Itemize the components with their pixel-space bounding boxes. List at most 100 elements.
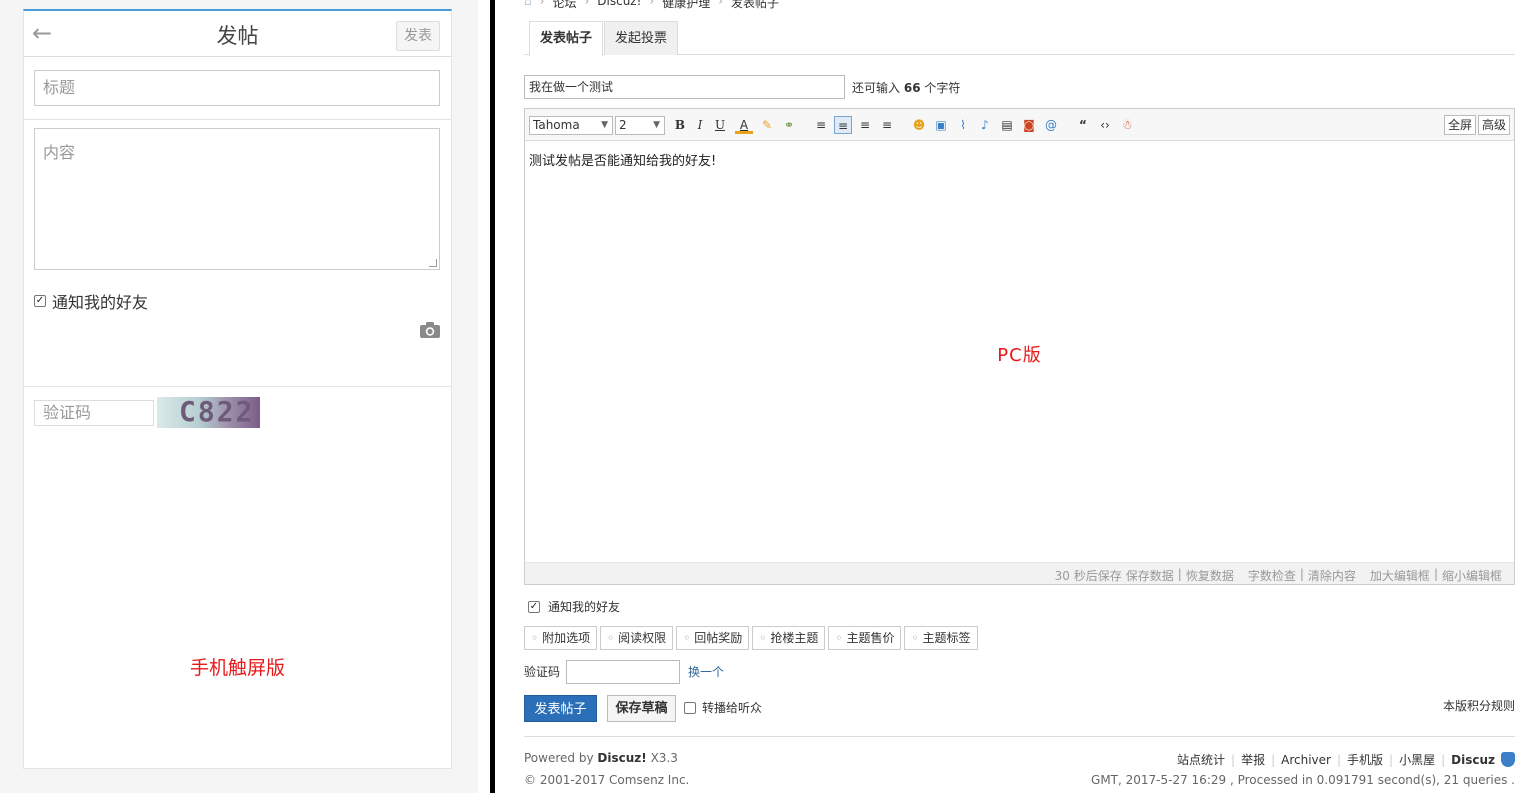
flash-icon[interactable]: ◙ bbox=[1020, 116, 1038, 134]
option-reply-reward[interactable]: 回帖奖励 bbox=[676, 626, 750, 650]
captcha-label: 验证码 bbox=[524, 665, 561, 679]
remain-suffix: 个字符 bbox=[924, 81, 961, 95]
captcha-input[interactable] bbox=[566, 660, 680, 684]
breadcrumb-forum[interactable]: 论坛 bbox=[552, 0, 576, 11]
quote-icon[interactable]: “ bbox=[1074, 116, 1092, 134]
footer-link-mobile[interactable]: 手机版 bbox=[1347, 751, 1383, 768]
breadcrumb-current: 发表帖子 bbox=[731, 0, 780, 10]
save-data-link[interactable]: 保存数据 bbox=[1126, 567, 1174, 584]
option-thread-price[interactable]: 主题售价 bbox=[828, 626, 902, 650]
mobile-title-input[interactable]: 标题 bbox=[34, 70, 440, 106]
align-left-icon[interactable]: ≡ bbox=[812, 116, 830, 134]
tab-new-thread[interactable]: 发表帖子 bbox=[529, 21, 604, 56]
shrink-editor-link[interactable]: 缩小编辑框 bbox=[1442, 567, 1502, 584]
notify-checkbox[interactable]: ✓ bbox=[528, 600, 540, 613]
captcha-image[interactable]: C822 bbox=[157, 395, 260, 428]
option-read-permission[interactable]: 阅读权限 bbox=[600, 626, 674, 650]
footer-link-stats[interactable]: 站点统计 bbox=[1177, 751, 1225, 768]
align-right-icon[interactable]: ≡ bbox=[856, 116, 874, 134]
font-family-select[interactable]: Tahoma ▼ bbox=[529, 116, 613, 135]
font-size-value: 2 bbox=[619, 118, 627, 132]
link-icon[interactable]: ⚭ bbox=[780, 116, 798, 134]
credit-rules-link[interactable]: 本版积分规则 bbox=[1443, 697, 1515, 714]
editor-status-bar: 30 秒后保存 保存数据 | 恢复数据 字数检查 | 清除内容 加大编辑框 | … bbox=[525, 562, 1514, 584]
at-icon[interactable]: @ bbox=[1042, 116, 1060, 134]
bold-icon[interactable]: B bbox=[671, 116, 689, 134]
notify-label: 通知我的好友 bbox=[52, 293, 149, 312]
mobile-notify-friends[interactable]: ✓ 通知我的好友 bbox=[34, 289, 148, 313]
word-count-link[interactable]: 字数检查 bbox=[1248, 567, 1296, 584]
editor-body-text[interactable]: 测试发帖是否能通知给我的好友! bbox=[529, 150, 716, 169]
align-center-icon[interactable]: ≡ bbox=[834, 116, 852, 134]
footer-links: 站点统计 | 举报 | Archiver | 手机版 | 小黑屋 | Discuz bbox=[1177, 751, 1515, 768]
forward-checkbox[interactable] bbox=[684, 701, 696, 714]
font-color-icon[interactable]: A bbox=[735, 116, 753, 134]
attachment-icon[interactable]: ⌇ bbox=[954, 116, 972, 134]
captcha-text: C822 bbox=[179, 395, 255, 428]
mobile-post-page: ← 发帖 发表 标题 内容 ✓ 通知我的好友 验证码 C822 手机触屏版 bbox=[23, 9, 452, 769]
mobile-post-button[interactable]: 发表 bbox=[396, 21, 440, 51]
captcha-refresh-link[interactable]: 换一个 bbox=[688, 663, 724, 680]
footer-link-archiver[interactable]: Archiver bbox=[1281, 753, 1331, 767]
tab-new-poll[interactable]: 发起投票 bbox=[604, 21, 679, 55]
breadcrumb: ⌂ › 论坛 › Discuz! › 健康护理 › 发表帖子 bbox=[524, 0, 779, 11]
option-attach[interactable]: 附加选项 bbox=[524, 626, 598, 650]
footer-link-discuz[interactable]: Discuz bbox=[1451, 753, 1495, 767]
advanced-button[interactable]: 高级 bbox=[1477, 115, 1510, 135]
editor-toolbar: Tahoma ▼ 2 ▼ B I U A ✎ ⚭ ≡ ≡ ≡ ≡ ☻ ▣ ⌇ ♪… bbox=[525, 109, 1514, 141]
submit-post-button[interactable]: 发表帖子 bbox=[524, 695, 597, 722]
subject-remaining: 还可输入 66 个字符 bbox=[852, 79, 960, 96]
forward-to-listeners[interactable]: 转播给听众 bbox=[684, 699, 762, 716]
pc-notify-friends[interactable]: ✓ 通知我的好友 bbox=[528, 598, 620, 615]
option-thread-tags[interactable]: 主题标签 bbox=[904, 626, 978, 650]
mobile-captcha-input[interactable]: 验证码 bbox=[34, 400, 154, 426]
autosave-countdown: 30 秒后保存 bbox=[1054, 569, 1122, 583]
clear-content-link[interactable]: 清除内容 bbox=[1308, 567, 1356, 584]
rich-text-editor: Tahoma ▼ 2 ▼ B I U A ✎ ⚭ ≡ ≡ ≡ ≡ ☻ ▣ ⌇ ♪… bbox=[524, 108, 1515, 585]
qq-icon[interactable]: ☃ bbox=[1118, 116, 1136, 134]
notify-checkbox[interactable]: ✓ bbox=[34, 295, 46, 307]
panel-divider bbox=[490, 0, 495, 793]
powered-version: X3.3 bbox=[650, 751, 678, 765]
shield-icon[interactable] bbox=[1501, 752, 1515, 767]
save-draft-button[interactable]: 保存草稿 bbox=[607, 695, 676, 722]
image-icon[interactable]: ▣ bbox=[932, 116, 950, 134]
footer-link-report[interactable]: 举报 bbox=[1241, 751, 1265, 768]
italic-icon[interactable]: I bbox=[691, 116, 709, 134]
video-icon[interactable]: ▤ bbox=[998, 116, 1016, 134]
resize-grip-icon[interactable] bbox=[429, 259, 437, 267]
breadcrumb-discuz[interactable]: Discuz! bbox=[597, 0, 641, 11]
server-time: GMT, 2017-5-27 16:29 , Processed in 0.09… bbox=[1091, 773, 1515, 787]
pc-post-page: ⌂ › 论坛 › Discuz! › 健康护理 › 发表帖子 发表帖子 发起投票… bbox=[500, 0, 1517, 793]
subject-input[interactable]: 我在做一个测试 bbox=[524, 75, 845, 99]
pc-edition-label: PC版 bbox=[997, 345, 1042, 366]
divider bbox=[24, 119, 451, 120]
smiley-icon[interactable]: ☻ bbox=[910, 116, 928, 134]
mobile-edition-label: 手机触屏版 bbox=[189, 657, 285, 679]
breadcrumb-board[interactable]: 健康护理 bbox=[662, 0, 710, 11]
camera-icon[interactable] bbox=[420, 322, 440, 338]
notify-label: 通知我的好友 bbox=[548, 600, 621, 614]
fullscreen-button[interactable]: 全屏 bbox=[1443, 115, 1476, 135]
code-icon[interactable]: ‹› bbox=[1096, 116, 1114, 134]
copyright: © 2001-2017 Comsenz Inc. bbox=[524, 773, 690, 787]
powered-brand[interactable]: Discuz! bbox=[597, 751, 646, 765]
footer-link-blackroom[interactable]: 小黑屋 bbox=[1399, 751, 1435, 768]
restore-data-link[interactable]: 恢复数据 bbox=[1186, 567, 1234, 584]
mobile-content-textarea[interactable]: 内容 bbox=[34, 128, 440, 270]
mobile-header: ← 发帖 发表 bbox=[24, 11, 451, 57]
font-family-value: Tahoma bbox=[533, 118, 580, 132]
home-icon[interactable]: ⌂ bbox=[524, 0, 532, 11]
footer-divider bbox=[524, 736, 1515, 737]
underline-icon[interactable]: U bbox=[711, 116, 729, 134]
align-justify-icon[interactable]: ≡ bbox=[878, 116, 896, 134]
enlarge-editor-link[interactable]: 加大编辑框 bbox=[1370, 567, 1430, 584]
music-icon[interactable]: ♪ bbox=[976, 116, 994, 134]
background-color-icon[interactable]: ✎ bbox=[758, 116, 776, 134]
font-size-select[interactable]: 2 ▼ bbox=[615, 116, 665, 135]
post-type-tabs: 发表帖子 发起投票 bbox=[524, 21, 1515, 56]
forward-label: 转播给听众 bbox=[702, 701, 763, 715]
option-floor-thread[interactable]: 抢楼主题 bbox=[752, 626, 826, 650]
divider bbox=[24, 386, 451, 387]
remain-prefix: 还可输入 bbox=[852, 81, 901, 95]
